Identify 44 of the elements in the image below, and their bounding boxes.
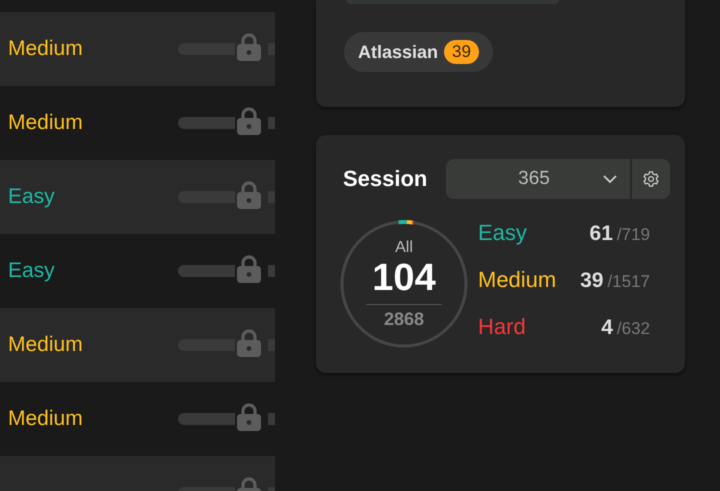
- frequency-bar: [178, 413, 235, 425]
- lock-icon: [236, 33, 262, 61]
- company-name: Atlassian: [358, 42, 438, 62]
- settings-icon: [642, 170, 660, 188]
- lock-icon: [236, 255, 262, 283]
- ring-label: All: [395, 238, 413, 256]
- frequency-bar: [268, 191, 275, 203]
- total-count: /1517: [607, 272, 650, 290]
- frequency-bar: [178, 117, 235, 129]
- question-row[interactable]: Medium: [0, 12, 275, 86]
- difficulty-label: Hard: [478, 314, 526, 340]
- total-count: /632: [616, 318, 650, 338]
- difficulty-label: Medium: [8, 333, 83, 357]
- difficulty-label: Medium: [478, 266, 556, 292]
- lock-icon: [236, 403, 262, 431]
- difficulty-label: Easy: [478, 220, 527, 246]
- solved-count: 61: [590, 222, 613, 244]
- frequency-bar: [268, 117, 275, 129]
- frequency-bar: [268, 265, 275, 277]
- count-badge: 39: [444, 40, 479, 64]
- question-row[interactable]: Easy: [0, 160, 275, 234]
- lock-icon: [236, 329, 262, 357]
- difficulty-label: Medium: [8, 111, 83, 135]
- difficulty-label: Medium: [8, 407, 83, 431]
- question-row[interactable]: Medium: [0, 308, 275, 382]
- company-tag[interactable]: Atlassian 39: [344, 32, 493, 72]
- solved-count: 4: [601, 316, 613, 338]
- session-label: Session: [343, 166, 428, 192]
- total-count: /719: [616, 224, 650, 244]
- difficulty-label: Easy: [8, 185, 55, 209]
- frequency-bar: [178, 265, 235, 277]
- lock-icon: [236, 181, 262, 209]
- frequency-bar: [268, 413, 275, 425]
- frequency-bar: [268, 339, 275, 351]
- difficulty-label: Easy: [8, 259, 55, 283]
- frequency-bar: [268, 43, 275, 55]
- total-count: 2868: [384, 308, 424, 330]
- solved-count: 104: [366, 256, 442, 304]
- chevron-icon: [602, 174, 618, 184]
- difficulty-label: Medium: [8, 37, 83, 61]
- session-dropdown[interactable]: 365: [446, 159, 630, 199]
- settings-button[interactable]: [632, 159, 670, 199]
- lock-icon: [236, 107, 262, 135]
- solved-count: 39: [580, 268, 604, 292]
